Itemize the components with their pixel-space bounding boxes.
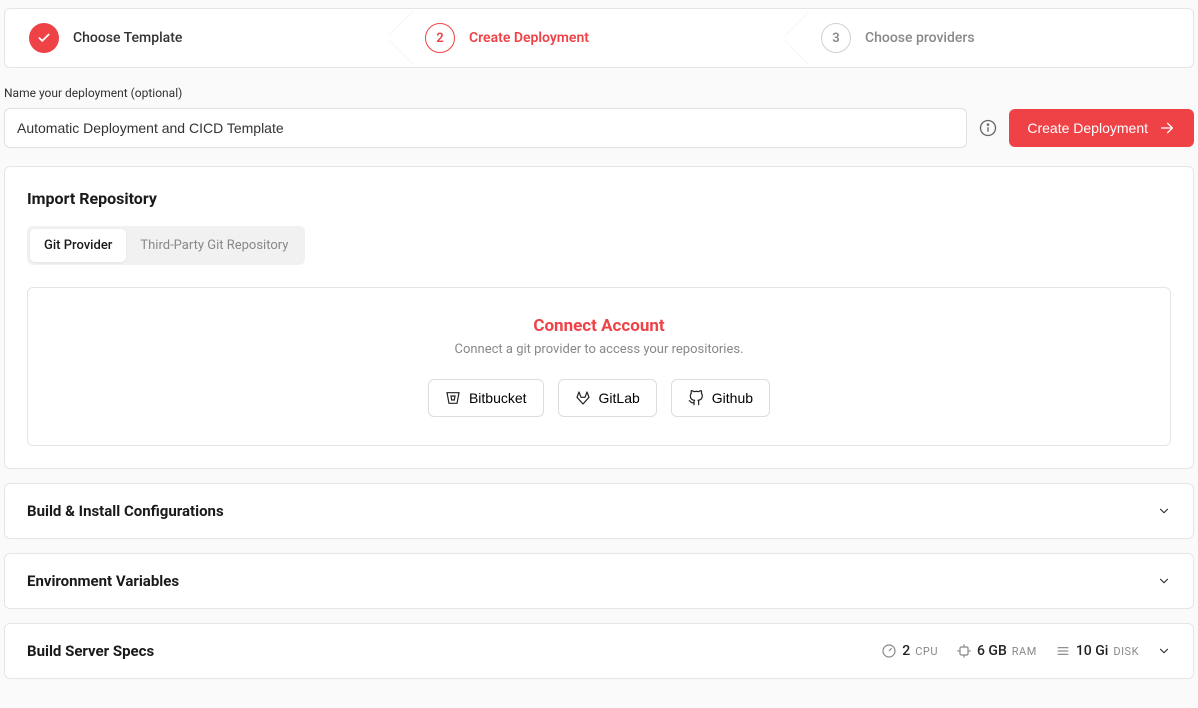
accordion-title: Build Server Specs: [27, 642, 154, 660]
import-repository-card: Import Repository Git Provider Third-Par…: [4, 166, 1194, 469]
step-number: 2: [425, 23, 455, 53]
step-number: 3: [821, 23, 851, 53]
accordion-build-install[interactable]: Build & Install Configurations: [4, 483, 1194, 539]
spec-unit: Disk: [1113, 645, 1139, 658]
accordion-title: Build & Install Configurations: [27, 502, 224, 520]
spec-unit: RAM: [1012, 645, 1037, 658]
connect-account-box: Connect Account Connect a git provider t…: [27, 287, 1171, 446]
gitlab-button[interactable]: GitLab: [558, 379, 657, 417]
bitbucket-icon: [445, 390, 461, 406]
create-deployment-button[interactable]: Create Deployment: [1009, 109, 1194, 147]
spec-value: 6 GB: [977, 643, 1007, 659]
spec-cpu: 2 CPU: [881, 643, 938, 659]
stepper: Choose Template 2 Create Deployment 3 Ch…: [4, 8, 1194, 68]
import-repo-title: Import Repository: [27, 189, 1171, 208]
info-icon[interactable]: [979, 119, 997, 137]
step-choose-providers[interactable]: 3 Choose providers: [797, 9, 1193, 67]
github-button[interactable]: Github: [671, 379, 770, 417]
check-icon: [29, 23, 59, 53]
gitlab-icon: [575, 390, 591, 406]
step-create-deployment[interactable]: 2 Create Deployment: [401, 9, 797, 67]
tab-third-party[interactable]: Third-Party Git Repository: [126, 229, 302, 262]
bitbucket-button[interactable]: Bitbucket: [428, 379, 544, 417]
connect-title: Connect Account: [56, 316, 1142, 336]
github-icon: [688, 390, 704, 406]
arrow-right-icon: [1158, 120, 1176, 136]
gauge-icon: [881, 643, 897, 659]
specs-summary: 2 CPU 6 GB RAM 10 Gi Disk: [881, 643, 1171, 659]
accordion-env-vars[interactable]: Environment Variables: [4, 553, 1194, 609]
chip-icon: [956, 643, 972, 659]
provider-label: Bitbucket: [469, 390, 527, 406]
spec-ram: 6 GB RAM: [956, 643, 1037, 659]
connect-subtitle: Connect a git provider to access your re…: [56, 342, 1142, 357]
provider-label: GitLab: [599, 390, 640, 406]
spec-value: 2: [902, 643, 910, 659]
spec-disk: 10 Gi Disk: [1055, 643, 1139, 659]
spec-value: 10 Gi: [1076, 643, 1109, 659]
repo-tabs: Git Provider Third-Party Git Repository: [27, 226, 305, 265]
deployment-name-input[interactable]: [4, 108, 967, 148]
tab-git-provider[interactable]: Git Provider: [30, 229, 126, 262]
chevron-down-icon: [1157, 504, 1171, 518]
spec-unit: CPU: [915, 645, 938, 658]
step-label: Choose Template: [73, 30, 182, 46]
name-deployment-section: Name your deployment (optional) Create D…: [4, 86, 1194, 148]
accordion-title: Environment Variables: [27, 572, 179, 590]
provider-label: Github: [712, 390, 753, 406]
name-label: Name your deployment (optional): [4, 86, 1194, 100]
step-choose-template[interactable]: Choose Template: [5, 9, 401, 67]
accordion-build-server-specs[interactable]: Build Server Specs 2 CPU 6 GB RAM 10 Gi …: [4, 623, 1194, 679]
step-label: Create Deployment: [469, 30, 589, 46]
step-label: Choose providers: [865, 30, 975, 46]
chevron-down-icon: [1157, 574, 1171, 588]
storage-icon: [1055, 643, 1071, 659]
chevron-down-icon: [1157, 644, 1171, 658]
create-button-label: Create Deployment: [1027, 120, 1148, 136]
